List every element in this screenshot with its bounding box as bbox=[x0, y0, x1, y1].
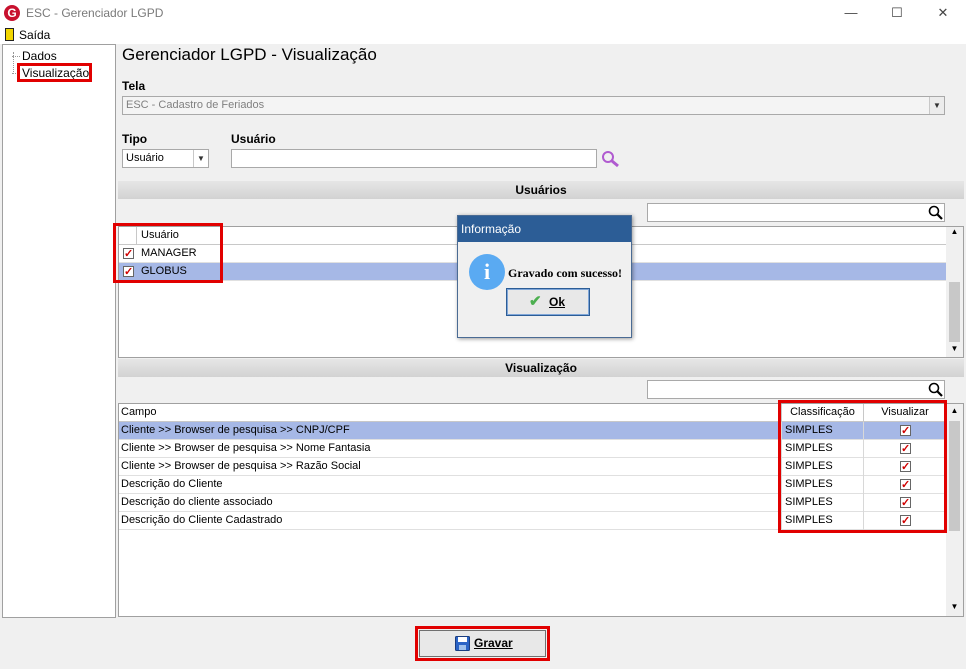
highlight-box-tree bbox=[17, 63, 92, 82]
page-title: Gerenciador LGPD - Visualização bbox=[122, 45, 377, 64]
campo-cell: Cliente >> Browser de pesquisa >> CNPJ/C… bbox=[121, 424, 350, 436]
usuario-label: Usuário bbox=[231, 132, 276, 146]
usuarios-filter-input[interactable] bbox=[647, 203, 945, 222]
search-icon[interactable] bbox=[601, 150, 621, 168]
app-logo-icon: G bbox=[4, 5, 20, 21]
chevron-down-icon[interactable]: ▼ bbox=[193, 150, 208, 167]
campo-cell: Descrição do cliente associado bbox=[121, 496, 273, 508]
close-button[interactable]: ✕ bbox=[920, 0, 966, 26]
scroll-up-icon[interactable]: ▲ bbox=[946, 227, 963, 236]
tree-item-dados[interactable]: Dados bbox=[10, 49, 57, 63]
chevron-down-icon[interactable]: ▼ bbox=[929, 97, 944, 114]
menu-bar bbox=[0, 26, 966, 44]
visualizacao-filter-input[interactable] bbox=[647, 380, 945, 399]
info-icon: i bbox=[469, 254, 505, 290]
campo-cell: Cliente >> Browser de pesquisa >> Nome F… bbox=[121, 442, 371, 454]
ok-button-label: Ok bbox=[549, 295, 566, 309]
scroll-up-icon[interactable]: ▲ bbox=[946, 406, 963, 415]
campo-cell: Cliente >> Browser de pesquisa >> Razão … bbox=[121, 460, 361, 472]
scroll-down-icon[interactable]: ▼ bbox=[946, 344, 963, 353]
scroll-thumb[interactable] bbox=[949, 282, 960, 342]
usuario-input[interactable] bbox=[231, 149, 597, 168]
search-icon[interactable] bbox=[928, 382, 944, 397]
scroll-thumb[interactable] bbox=[949, 421, 960, 531]
scroll-down-icon[interactable]: ▼ bbox=[946, 602, 963, 611]
dialog-message: Gravado com sucesso! bbox=[508, 266, 622, 280]
highlight-box-users bbox=[113, 223, 223, 283]
tipo-select-value: Usuário bbox=[126, 152, 164, 164]
usuarios-section-header: Usuários bbox=[118, 181, 964, 199]
tela-label: Tela bbox=[122, 79, 146, 93]
exit-door-icon[interactable] bbox=[5, 28, 14, 41]
navigation-tree bbox=[2, 44, 116, 618]
maximize-button[interactable]: ☐ bbox=[874, 0, 920, 26]
highlight-box-columns bbox=[778, 400, 947, 533]
minimize-button[interactable]: — bbox=[828, 0, 874, 26]
window-title: ESC - Gerenciador LGPD bbox=[26, 6, 164, 20]
visualizacao-section-header: Visualização bbox=[118, 359, 964, 377]
tipo-select[interactable]: Usuário ▼ bbox=[122, 149, 209, 168]
usuarios-scrollbar[interactable]: ▲ ▼ bbox=[946, 227, 963, 357]
tela-select[interactable]: ESC - Cadastro de Feriados ▼ bbox=[122, 96, 945, 115]
highlight-box-save bbox=[415, 626, 550, 661]
info-dialog: Informação i Gravado com sucesso! ✔ Ok bbox=[457, 215, 632, 338]
search-icon[interactable] bbox=[928, 205, 944, 220]
checkmark-icon: ✔ bbox=[529, 293, 542, 310]
column-header-campo: Campo bbox=[121, 406, 157, 418]
visualizacao-scrollbar[interactable]: ▲ ▼ bbox=[946, 404, 963, 616]
dialog-title: Informação bbox=[458, 216, 631, 242]
campo-cell: Descrição do Cliente Cadastrado bbox=[121, 514, 283, 526]
ok-button[interactable]: ✔ Ok bbox=[506, 288, 590, 316]
tipo-label: Tipo bbox=[122, 132, 148, 146]
tela-select-value: ESC - Cadastro de Feriados bbox=[126, 99, 265, 111]
menu-exit[interactable]: Saída bbox=[19, 28, 50, 42]
campo-cell: Descrição do Cliente bbox=[121, 478, 223, 490]
